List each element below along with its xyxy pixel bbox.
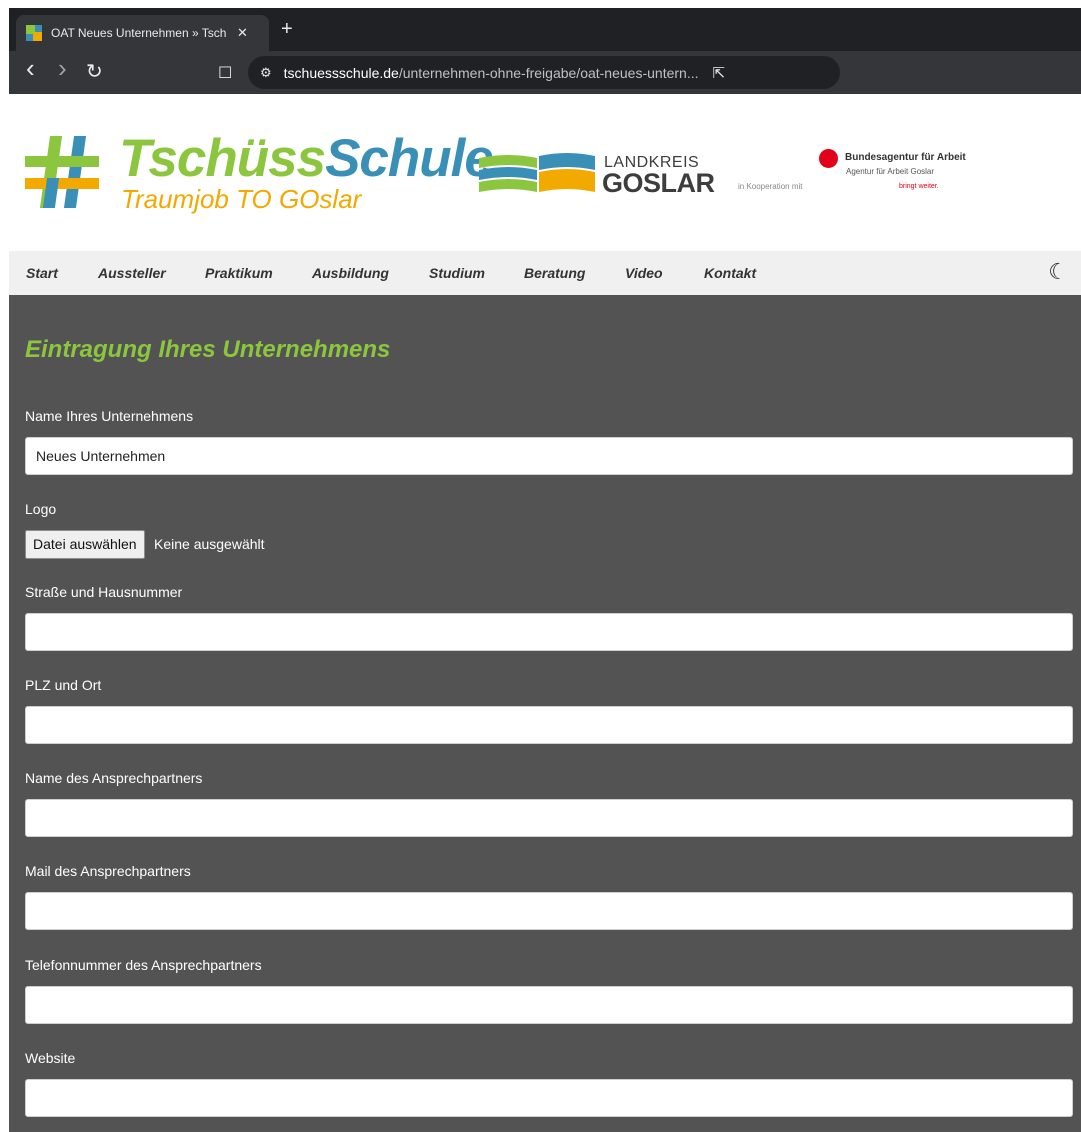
nav-item-start[interactable]: Start <box>26 265 58 281</box>
brand-title-part1: Tschüss <box>119 129 326 188</box>
street-input[interactable] <box>25 613 1073 651</box>
ba-logo-icon <box>819 149 838 168</box>
nav-item-beratung[interactable]: Beratung <box>524 265 585 281</box>
browser-tab[interactable]: OAT Neues Unternehmen » Tschü ✕ <box>16 15 269 51</box>
site-header: TschüssSchule Traumjob TO GOslar LANDKRE… <box>9 94 1081 251</box>
brand-subtitle: Traumjob TO GOslar <box>121 184 362 214</box>
website: TschüssSchule Traumjob TO GOslar LANDKRE… <box>9 94 1081 1132</box>
browser-toolbar: ‹ › ↻ ☐ ⚙ tschuessschule.de/unternehmen-… <box>9 51 1081 94</box>
brand-logo-title[interactable]: TschüssSchule <box>119 128 494 189</box>
url-path: /unternehmen-ohne-freigabe/oat-neues-unt… <box>398 64 699 81</box>
hashtag-logo-icon[interactable] <box>25 136 99 208</box>
partner-logo[interactable]: in Kooperation mit Bundesagentur für Arb… <box>736 146 966 202</box>
form-section: Eintragung Ihres Unternehmens Name Ihres… <box>9 295 1081 1132</box>
zip-city-label: PLZ und Ort <box>25 677 102 693</box>
landkreis-waves-icon <box>479 153 595 192</box>
goslar-label: GOSLAR <box>602 168 715 198</box>
company-name-input[interactable]: Neues Unternehmen <box>25 437 1073 475</box>
contact-name-input[interactable] <box>25 799 1073 837</box>
zip-city-input[interactable] <box>25 706 1073 744</box>
main-navigation: Start Aussteller Praktikum Ausbildung St… <box>9 251 1081 295</box>
contact-name-label: Name des Ansprechpartners <box>25 770 203 786</box>
form-heading: Eintragung Ihres Unternehmens <box>25 336 391 363</box>
site-settings-icon[interactable]: ⚙ <box>260 65 272 81</box>
nav-item-ausbildung[interactable]: Ausbildung <box>312 265 389 281</box>
file-status-text: Keine ausgewählt <box>154 536 265 552</box>
contact-mail-label: Mail des Ansprechpartners <box>25 863 191 879</box>
reload-icon[interactable]: ↻ <box>86 62 103 82</box>
back-icon[interactable]: ‹ <box>26 55 35 81</box>
nav-item-kontakt[interactable]: Kontakt <box>704 265 756 281</box>
company-name-label: Name Ihres Unternehmens <box>25 408 194 424</box>
brand-title-part2: Schule <box>325 129 494 188</box>
url-text[interactable]: tschuessschule.de/unternehmen-ohne-freig… <box>284 65 699 81</box>
browser-chrome: OAT Neues Unternehmen » Tschü ✕ + ‹ › ↻ … <box>9 8 1081 94</box>
forward-icon[interactable]: › <box>58 55 67 81</box>
bookmark-icon[interactable]: ☐ <box>218 64 232 84</box>
nav-item-praktikum[interactable]: Praktikum <box>205 265 273 281</box>
url-host: tschuessschule.de <box>283 64 399 81</box>
website-label: Website <box>25 1050 76 1066</box>
website-input[interactable] <box>25 1079 1073 1117</box>
new-tab-button[interactable]: + <box>281 18 293 40</box>
address-bar[interactable]: ⚙ tschuessschule.de/unternehmen-ohne-fre… <box>248 56 840 89</box>
file-select-button[interactable]: Datei auswählen <box>25 530 145 559</box>
nav-item-studium[interactable]: Studium <box>429 265 485 281</box>
ba-slogan: bringt weiter. <box>899 183 939 190</box>
ba-title: Bundesagentur für Arbeit <box>845 152 966 163</box>
cooperation-text: in Kooperation mit <box>738 182 803 191</box>
contact-phone-input[interactable] <box>25 986 1073 1024</box>
street-label: Straße und Hausnummer <box>25 584 183 600</box>
contact-mail-input[interactable] <box>25 892 1073 930</box>
share-icon[interactable]: ⇱ <box>712 64 725 82</box>
nav-item-video[interactable]: Video <box>625 265 663 281</box>
tab-strip: OAT Neues Unternehmen » Tschü ✕ + <box>9 8 1081 51</box>
dark-mode-toggle-icon[interactable]: ☾ <box>1048 261 1068 283</box>
nav-item-aussteller[interactable]: Aussteller <box>98 265 166 281</box>
ba-subtitle: Agentur für Arbeit Goslar <box>846 167 935 176</box>
logo-label: Logo <box>25 501 57 517</box>
contact-phone-label: Telefonnummer des Ansprechpartners <box>25 957 262 973</box>
site-favicon-icon <box>26 25 42 41</box>
tab-title: OAT Neues Unternehmen » Tschü <box>51 26 227 40</box>
tab-close-icon[interactable]: ✕ <box>237 25 248 41</box>
